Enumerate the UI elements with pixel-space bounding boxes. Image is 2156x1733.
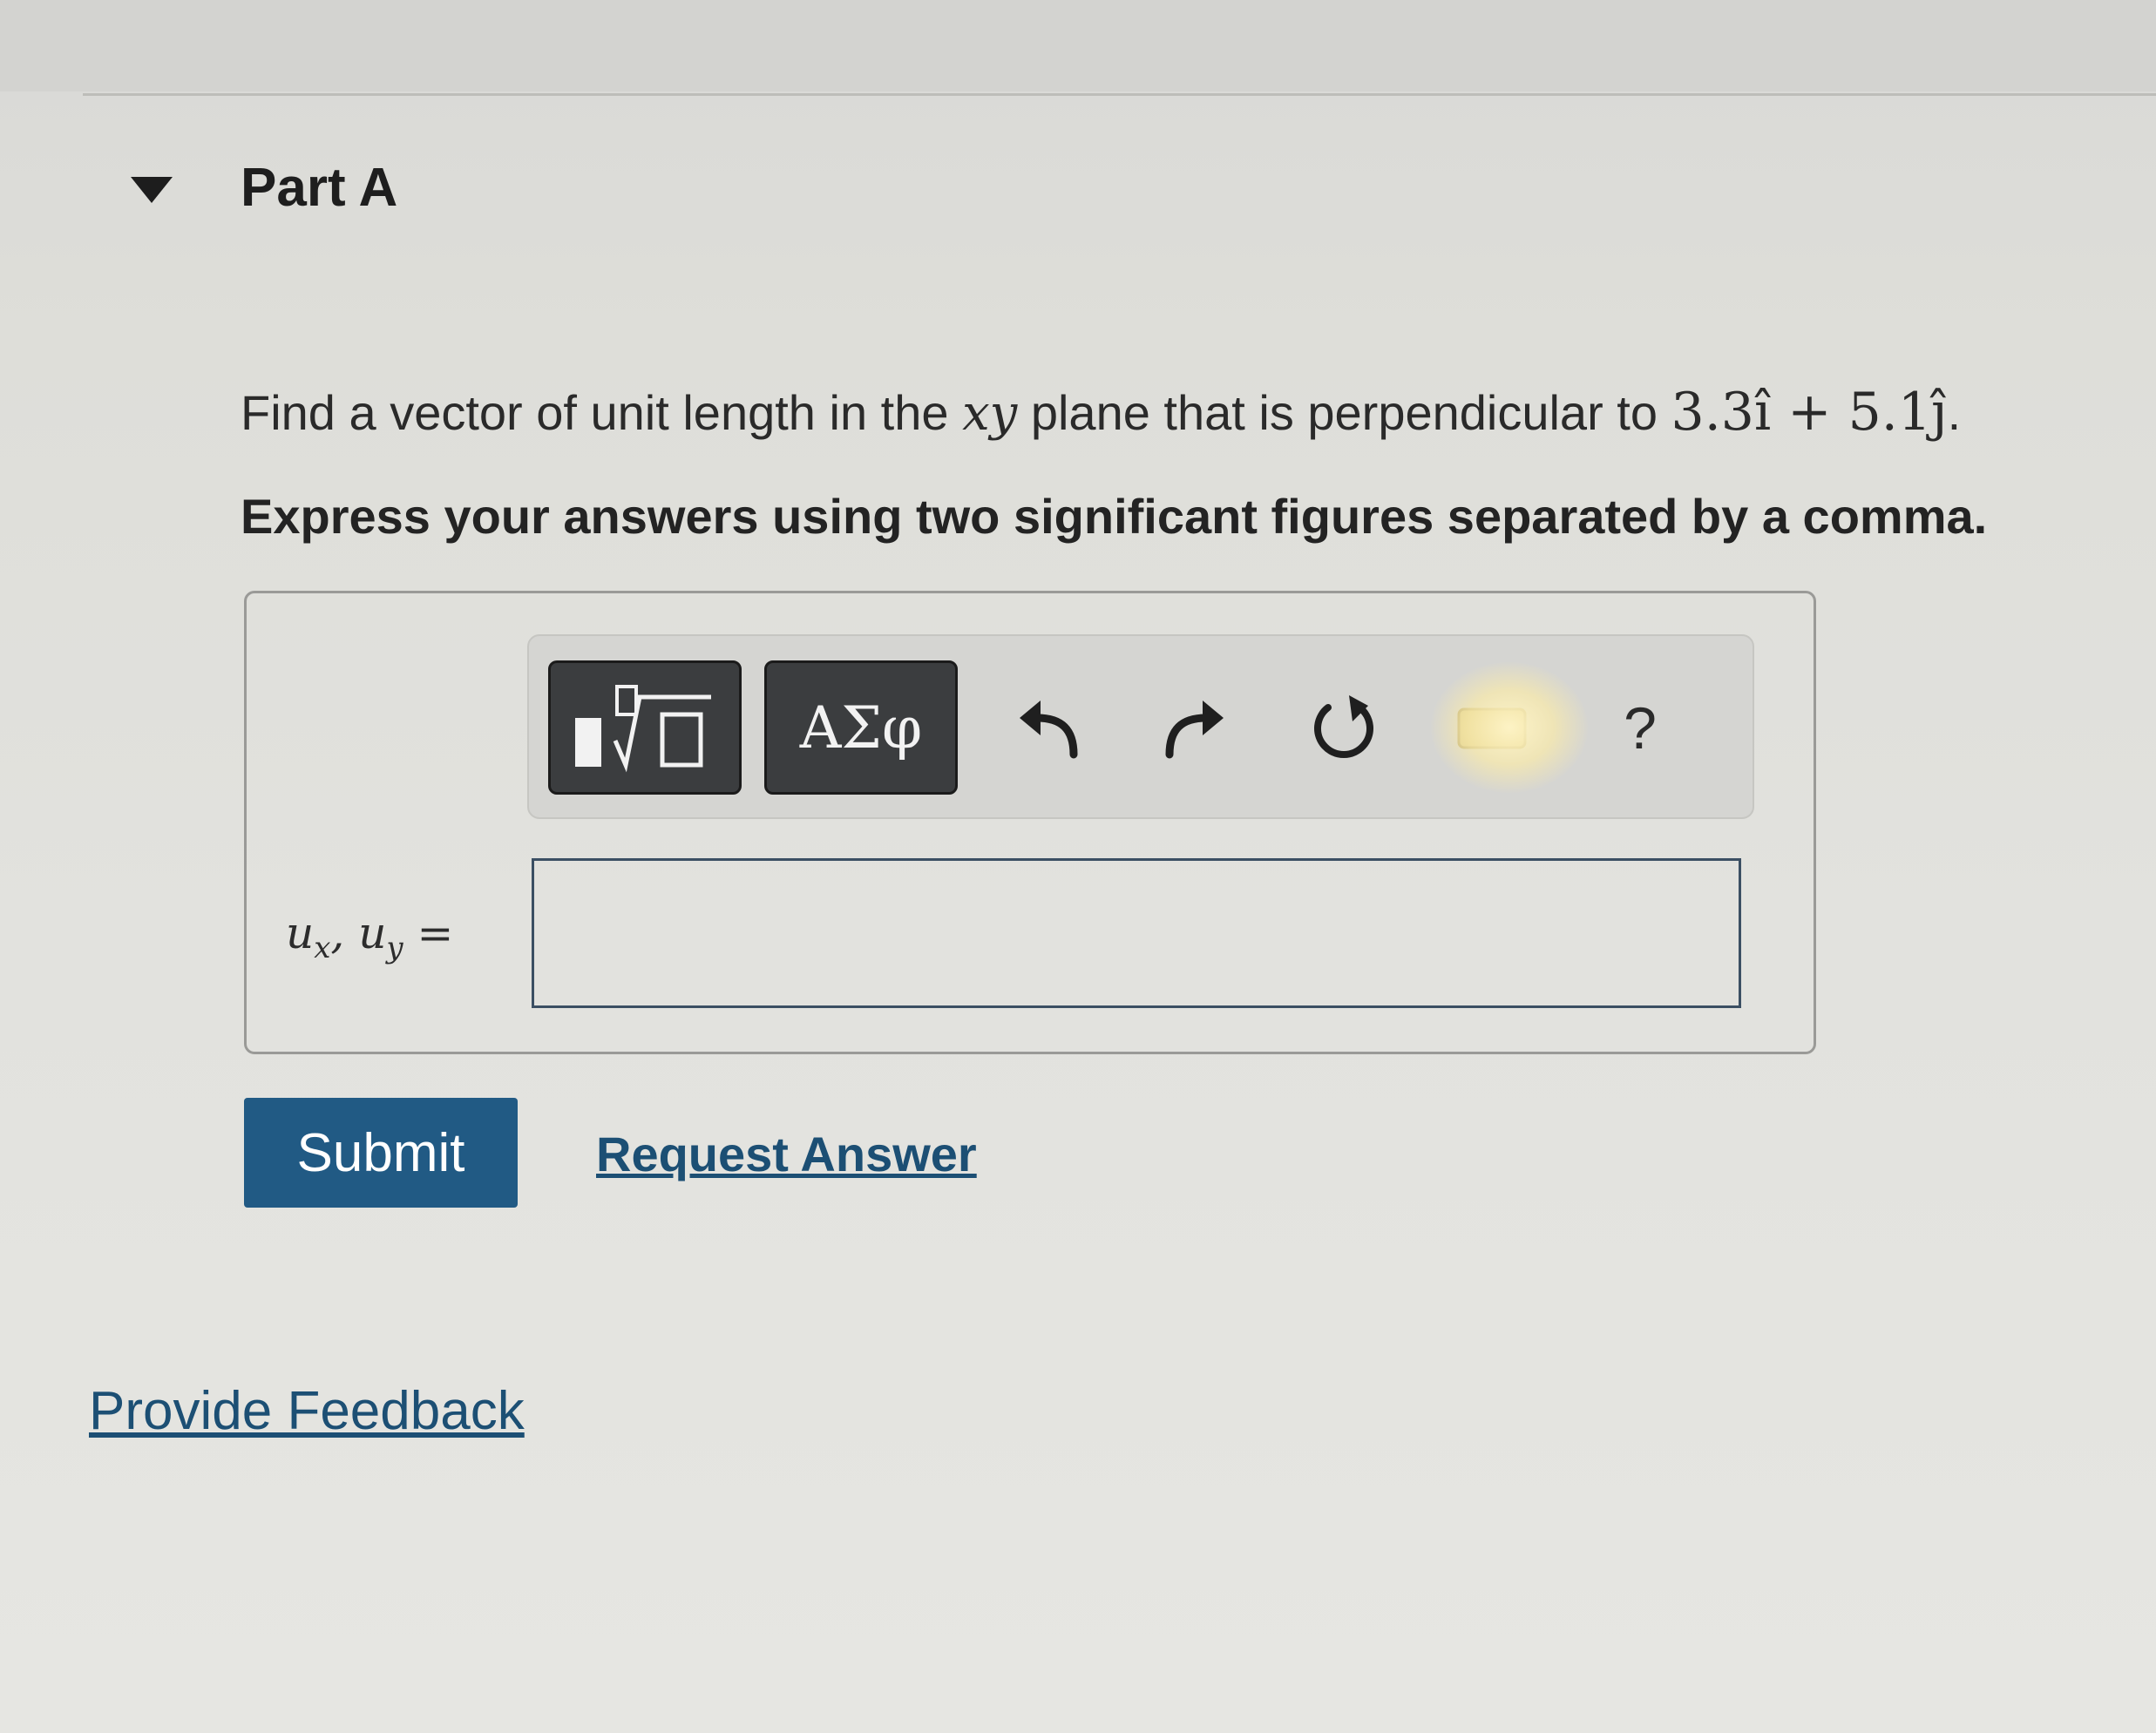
- question-text-before: Find a vector of unit length in the: [241, 385, 963, 440]
- help-label: ?: [1624, 695, 1657, 762]
- question-text: Find a vector of unit length in the xy p…: [241, 382, 1961, 443]
- answer-label-u1: u: [286, 908, 315, 958]
- answer-label-sep: ,: [330, 908, 359, 958]
- answer-label: ux, uy =: [286, 908, 453, 965]
- undo-icon: [1020, 701, 1078, 759]
- part-a-header[interactable]: Part A: [131, 157, 397, 219]
- keyboard-button[interactable]: [1440, 676, 1544, 781]
- answer-label-sub-x: x: [314, 931, 331, 965]
- answer-input[interactable]: [532, 858, 1741, 1008]
- symbols-button[interactable]: ΑΣφ: [764, 660, 958, 795]
- submit-button[interactable]: Submit: [244, 1098, 518, 1208]
- redo-icon: [1165, 701, 1224, 759]
- math-toolbar: ΑΣφ ?: [527, 634, 1754, 819]
- undo-button[interactable]: [995, 676, 1100, 781]
- redo-button[interactable]: [1143, 676, 1248, 781]
- question-expression: 3.3î + 5.1ĵ: [1671, 382, 1948, 443]
- request-answer-link[interactable]: Request Answer: [596, 1126, 977, 1182]
- answer-label-sub-y: y: [386, 931, 403, 965]
- top-band: [0, 0, 2156, 91]
- caret-down-icon[interactable]: [131, 176, 173, 203]
- templates-sqrt-icon: [575, 685, 711, 773]
- question-text-middle: plane that is perpendicular to: [1017, 385, 1671, 440]
- question-text-after: .: [1947, 385, 1962, 440]
- reset-icon: [1314, 695, 1373, 758]
- templates-button[interactable]: [548, 660, 742, 795]
- section-divider: [83, 93, 2156, 96]
- reset-button[interactable]: [1292, 676, 1396, 781]
- provide-feedback-link[interactable]: Provide Feedback: [89, 1380, 525, 1442]
- answer-label-equals: =: [403, 908, 454, 958]
- question-variable: xy: [962, 385, 1018, 442]
- help-button[interactable]: ?: [1588, 676, 1692, 781]
- answer-label-u2: u: [358, 908, 387, 958]
- instruction-text: Express your answers using two significa…: [241, 489, 1988, 544]
- symbols-label: ΑΣφ: [799, 694, 923, 762]
- part-title: Part A: [241, 158, 398, 218]
- keyboard-icon: [1457, 707, 1527, 749]
